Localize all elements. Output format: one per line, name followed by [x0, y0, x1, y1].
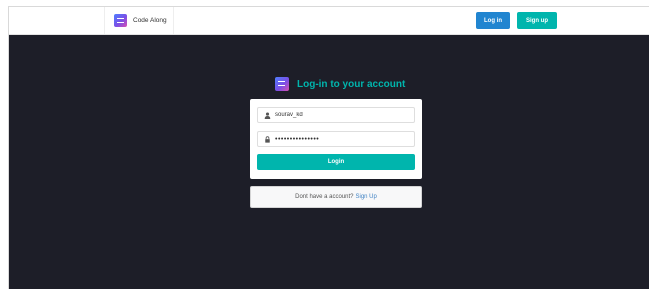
signup-prompt: Dont have a account? Sign Up — [250, 186, 422, 208]
login-form: Login — [250, 99, 422, 179]
app-logo-icon — [275, 77, 289, 91]
brand[interactable]: Code Along — [104, 7, 174, 34]
nav-signup-button[interactable]: Sign up — [517, 12, 557, 29]
user-icon — [261, 112, 273, 119]
brand-name: Code Along — [133, 17, 167, 24]
lock-icon — [261, 135, 273, 143]
top-navbar: Code Along Log in Sign up — [9, 7, 649, 35]
login-header: Log-in to your account — [275, 77, 405, 91]
nav-login-button[interactable]: Log in — [476, 12, 510, 29]
password-field[interactable] — [257, 131, 415, 147]
app-frame: Code Along Log in Sign up Log-in to your… — [8, 6, 649, 289]
username-input[interactable] — [275, 112, 405, 118]
signup-link[interactable]: Sign Up — [356, 194, 377, 200]
signup-prompt-text: Dont have a account? — [295, 194, 354, 200]
login-submit-button[interactable]: Login — [257, 154, 415, 170]
app-logo-icon — [114, 14, 127, 27]
username-field[interactable] — [257, 107, 415, 123]
password-input[interactable] — [275, 135, 405, 143]
page-title: Log-in to your account — [297, 78, 406, 90]
